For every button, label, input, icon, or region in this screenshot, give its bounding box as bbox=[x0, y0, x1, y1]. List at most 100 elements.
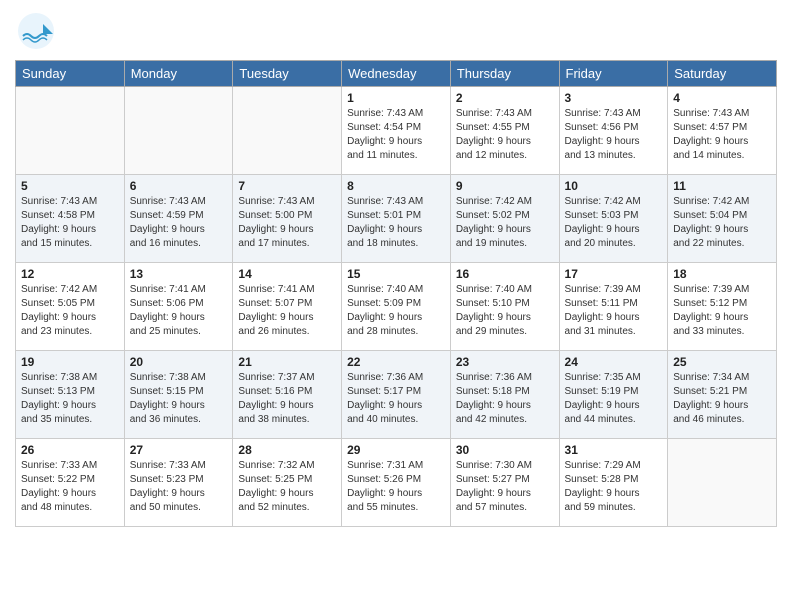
day-number: 24 bbox=[565, 355, 663, 369]
calendar-cell bbox=[668, 439, 777, 527]
day-info: Sunrise: 7:37 AM Sunset: 5:16 PM Dayligh… bbox=[238, 371, 336, 427]
weekday-header-saturday: Saturday bbox=[668, 61, 777, 87]
calendar-cell: 9Sunrise: 7:42 AM Sunset: 5:02 PM Daylig… bbox=[450, 175, 559, 263]
page: SundayMondayTuesdayWednesdayThursdayFrid… bbox=[0, 0, 792, 612]
day-number: 15 bbox=[347, 267, 445, 281]
calendar-body: 1 Sunrise: 7:43 AM Sunset: 4:54 PM Daylig… bbox=[16, 87, 777, 527]
calendar-cell bbox=[16, 87, 125, 175]
calendar-cell: 3 Sunrise: 7:43 AM Sunset: 4:56 PM Daylig… bbox=[559, 87, 668, 175]
calendar-cell: 5Sunrise: 7:43 AM Sunset: 4:58 PM Daylig… bbox=[16, 175, 125, 263]
weekday-header-monday: Monday bbox=[124, 61, 233, 87]
day-number: 19 bbox=[21, 355, 119, 369]
calendar-cell: 16 Sunrise: 7:40 AM Sunset: 5:10 PM Dayli… bbox=[450, 263, 559, 351]
weekday-header-tuesday: Tuesday bbox=[233, 61, 342, 87]
day-number: 6 bbox=[130, 179, 228, 193]
day-number: 3 bbox=[565, 91, 663, 105]
weekday-header-thursday: Thursday bbox=[450, 61, 559, 87]
calendar-cell: 20 Sunrise: 7:38 AM Sunset: 5:15 PM Dayli… bbox=[124, 351, 233, 439]
day-number: 17 bbox=[565, 267, 663, 281]
calendar-cell: 6 Sunrise: 7:43 AM Sunset: 4:59 PM Daylig… bbox=[124, 175, 233, 263]
calendar-cell: 26 Sunrise: 7:33 AM Sunset: 5:22 PM Dayli… bbox=[16, 439, 125, 527]
day-info: Sunrise: 7:43 AM Sunset: 4:58 PM Dayligh… bbox=[21, 195, 119, 251]
day-info: Sunrise: 7:40 AM Sunset: 5:09 PM Dayligh… bbox=[347, 283, 445, 339]
day-info: Sunrise: 7:30 AM Sunset: 5:27 PM Dayligh… bbox=[456, 459, 554, 515]
calendar-cell: 13 Sunrise: 7:41 AM Sunset: 5:06 PM Dayli… bbox=[124, 263, 233, 351]
day-info: Sunrise: 7:38 AM Sunset: 5:15 PM Dayligh… bbox=[130, 371, 228, 427]
calendar-week-1: 1 Sunrise: 7:43 AM Sunset: 4:54 PM Daylig… bbox=[16, 87, 777, 175]
calendar-cell: 18 Sunrise: 7:39 AM Sunset: 5:12 PM Dayli… bbox=[668, 263, 777, 351]
calendar-header: SundayMondayTuesdayWednesdayThursdayFrid… bbox=[16, 61, 777, 87]
calendar-cell: 21 Sunrise: 7:37 AM Sunset: 5:16 PM Dayli… bbox=[233, 351, 342, 439]
day-number: 2 bbox=[456, 91, 554, 105]
calendar-cell: 25Sunrise: 7:34 AM Sunset: 5:21 PM Dayli… bbox=[668, 351, 777, 439]
day-info: Sunrise: 7:43 AM Sunset: 4:56 PM Dayligh… bbox=[565, 107, 663, 163]
day-number: 8 bbox=[347, 179, 445, 193]
day-number: 29 bbox=[347, 443, 445, 457]
calendar-cell: 17 Sunrise: 7:39 AM Sunset: 5:11 PM Dayli… bbox=[559, 263, 668, 351]
header bbox=[15, 10, 777, 52]
calendar-cell bbox=[233, 87, 342, 175]
day-info: Sunrise: 7:42 AM Sunset: 5:05 PM Dayligh… bbox=[21, 283, 119, 339]
calendar-cell: 12 Sunrise: 7:42 AM Sunset: 5:05 PM Dayli… bbox=[16, 263, 125, 351]
day-number: 13 bbox=[130, 267, 228, 281]
day-info: Sunrise: 7:43 AM Sunset: 4:54 PM Dayligh… bbox=[347, 107, 445, 163]
day-info: Sunrise: 7:35 AM Sunset: 5:19 PM Dayligh… bbox=[565, 371, 663, 427]
logo-icon bbox=[15, 10, 57, 52]
calendar-cell: 7 Sunrise: 7:43 AM Sunset: 5:00 PM Daylig… bbox=[233, 175, 342, 263]
day-number: 9 bbox=[456, 179, 554, 193]
day-number: 22 bbox=[347, 355, 445, 369]
calendar-cell: 31 Sunrise: 7:29 AM Sunset: 5:28 PM Dayli… bbox=[559, 439, 668, 527]
day-info: Sunrise: 7:43 AM Sunset: 4:59 PM Dayligh… bbox=[130, 195, 228, 251]
day-number: 27 bbox=[130, 443, 228, 457]
calendar-cell: 30 Sunrise: 7:30 AM Sunset: 5:27 PM Dayli… bbox=[450, 439, 559, 527]
day-info: Sunrise: 7:38 AM Sunset: 5:13 PM Dayligh… bbox=[21, 371, 119, 427]
day-number: 7 bbox=[238, 179, 336, 193]
calendar-cell: 23Sunrise: 7:36 AM Sunset: 5:18 PM Dayli… bbox=[450, 351, 559, 439]
day-number: 31 bbox=[565, 443, 663, 457]
calendar-cell: 8Sunrise: 7:43 AM Sunset: 5:01 PM Daylig… bbox=[342, 175, 451, 263]
day-info: Sunrise: 7:42 AM Sunset: 5:04 PM Dayligh… bbox=[673, 195, 771, 251]
day-number: 26 bbox=[21, 443, 119, 457]
day-number: 28 bbox=[238, 443, 336, 457]
day-number: 30 bbox=[456, 443, 554, 457]
day-info: Sunrise: 7:33 AM Sunset: 5:22 PM Dayligh… bbox=[21, 459, 119, 515]
weekday-row: SundayMondayTuesdayWednesdayThursdayFrid… bbox=[16, 61, 777, 87]
day-info: Sunrise: 7:36 AM Sunset: 5:17 PM Dayligh… bbox=[347, 371, 445, 427]
day-number: 4 bbox=[673, 91, 771, 105]
day-number: 16 bbox=[456, 267, 554, 281]
day-info: Sunrise: 7:34 AM Sunset: 5:21 PM Dayligh… bbox=[673, 371, 771, 427]
day-number: 1 bbox=[347, 91, 445, 105]
day-number: 12 bbox=[21, 267, 119, 281]
weekday-header-sunday: Sunday bbox=[16, 61, 125, 87]
calendar-cell: 24 Sunrise: 7:35 AM Sunset: 5:19 PM Dayli… bbox=[559, 351, 668, 439]
day-info: Sunrise: 7:32 AM Sunset: 5:25 PM Dayligh… bbox=[238, 459, 336, 515]
day-info: Sunrise: 7:43 AM Sunset: 4:55 PM Dayligh… bbox=[456, 107, 554, 163]
day-info: Sunrise: 7:29 AM Sunset: 5:28 PM Dayligh… bbox=[565, 459, 663, 515]
calendar-cell: 29 Sunrise: 7:31 AM Sunset: 5:26 PM Dayli… bbox=[342, 439, 451, 527]
day-info: Sunrise: 7:31 AM Sunset: 5:26 PM Dayligh… bbox=[347, 459, 445, 515]
calendar-cell: 27 Sunrise: 7:33 AM Sunset: 5:23 PM Dayli… bbox=[124, 439, 233, 527]
calendar-cell: 1 Sunrise: 7:43 AM Sunset: 4:54 PM Daylig… bbox=[342, 87, 451, 175]
day-info: Sunrise: 7:36 AM Sunset: 5:18 PM Dayligh… bbox=[456, 371, 554, 427]
day-info: Sunrise: 7:41 AM Sunset: 5:07 PM Dayligh… bbox=[238, 283, 336, 339]
day-info: Sunrise: 7:39 AM Sunset: 5:11 PM Dayligh… bbox=[565, 283, 663, 339]
day-info: Sunrise: 7:43 AM Sunset: 4:57 PM Dayligh… bbox=[673, 107, 771, 163]
day-info: Sunrise: 7:41 AM Sunset: 5:06 PM Dayligh… bbox=[130, 283, 228, 339]
calendar-week-3: 12 Sunrise: 7:42 AM Sunset: 5:05 PM Dayli… bbox=[16, 263, 777, 351]
day-info: Sunrise: 7:39 AM Sunset: 5:12 PM Dayligh… bbox=[673, 283, 771, 339]
calendar-cell: 15 Sunrise: 7:40 AM Sunset: 5:09 PM Dayli… bbox=[342, 263, 451, 351]
day-info: Sunrise: 7:33 AM Sunset: 5:23 PM Dayligh… bbox=[130, 459, 228, 515]
logo bbox=[15, 10, 61, 52]
calendar-cell: 19 Sunrise: 7:38 AM Sunset: 5:13 PM Dayli… bbox=[16, 351, 125, 439]
day-info: Sunrise: 7:43 AM Sunset: 5:00 PM Dayligh… bbox=[238, 195, 336, 251]
day-info: Sunrise: 7:40 AM Sunset: 5:10 PM Dayligh… bbox=[456, 283, 554, 339]
day-number: 21 bbox=[238, 355, 336, 369]
calendar-cell bbox=[124, 87, 233, 175]
day-info: Sunrise: 7:42 AM Sunset: 5:03 PM Dayligh… bbox=[565, 195, 663, 251]
day-number: 10 bbox=[565, 179, 663, 193]
calendar-cell: 11Sunrise: 7:42 AM Sunset: 5:04 PM Dayli… bbox=[668, 175, 777, 263]
day-number: 18 bbox=[673, 267, 771, 281]
day-number: 14 bbox=[238, 267, 336, 281]
calendar-week-5: 26 Sunrise: 7:33 AM Sunset: 5:22 PM Dayli… bbox=[16, 439, 777, 527]
day-number: 20 bbox=[130, 355, 228, 369]
